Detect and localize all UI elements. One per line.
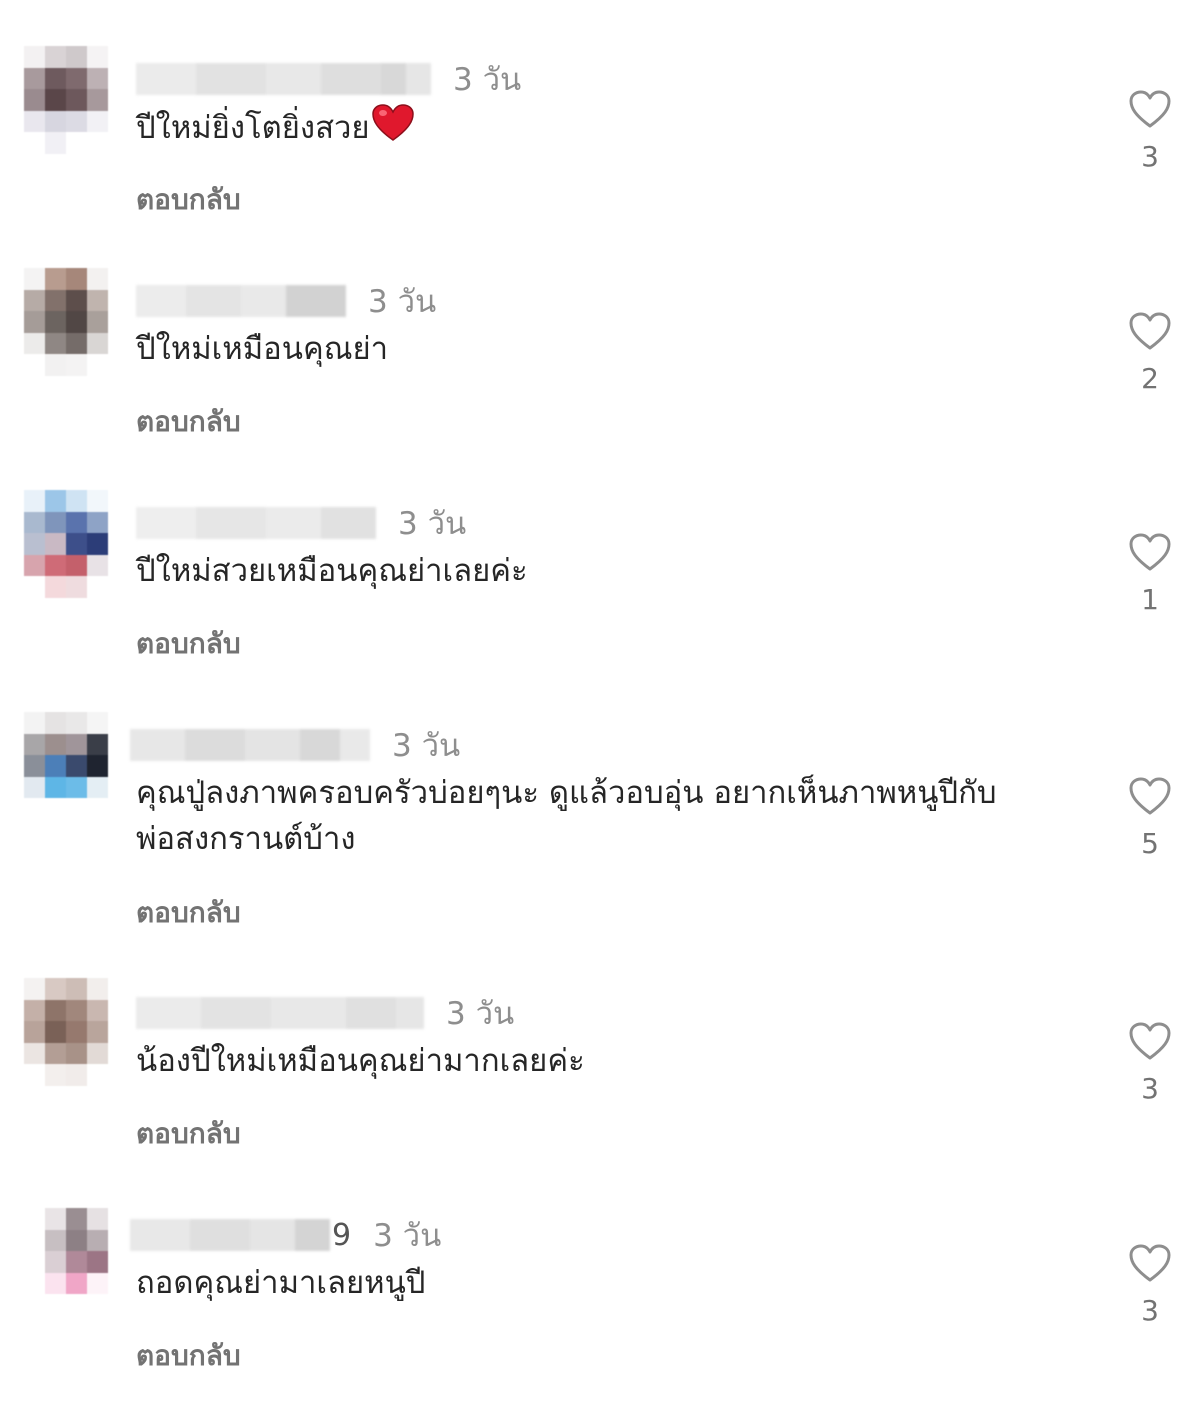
reply-button[interactable]: ตอบกลับ — [136, 1334, 241, 1378]
reply-button[interactable]: ตอบกลับ — [136, 178, 241, 222]
heart-outline-icon[interactable] — [1129, 90, 1171, 130]
comment-time: 3 วัน — [392, 728, 461, 764]
username-redacted[interactable] — [130, 729, 370, 761]
avatar[interactable] — [24, 46, 108, 154]
username-row: 3 วัน — [136, 281, 436, 321]
comment-text: ปีใหม่เหมือนคุณย่า — [136, 331, 389, 367]
comment-text: ถอดคุณย่ามาเลยหนูปี — [136, 1265, 426, 1301]
heart-outline-icon[interactable] — [1129, 312, 1171, 352]
avatar[interactable] — [24, 712, 108, 820]
heart-outline-icon[interactable] — [1129, 1022, 1171, 1062]
heart-outline-icon[interactable] — [1129, 1244, 1171, 1284]
avatar[interactable] — [45, 1208, 108, 1294]
comment-time: 3 วัน — [453, 62, 522, 98]
comment-time: 3 วัน — [398, 506, 467, 542]
avatar[interactable] — [24, 978, 108, 1086]
username-row: 3 วัน — [130, 725, 460, 765]
avatar[interactable] — [24, 268, 108, 376]
username-row: 3 วัน — [136, 59, 521, 99]
comment-time: 3 วัน — [368, 284, 437, 320]
like-control: 1 — [1128, 533, 1172, 616]
like-control: 3 — [1128, 1244, 1172, 1327]
username-redacted[interactable] — [130, 1219, 330, 1251]
username-redacted[interactable] — [136, 63, 431, 95]
username-redacted[interactable] — [136, 997, 424, 1029]
username-redacted[interactable] — [136, 285, 346, 317]
heart-outline-icon[interactable] — [1129, 533, 1171, 573]
username-visible-part[interactable]: 9 — [332, 1218, 351, 1253]
reply-button[interactable]: ตอบกลับ — [136, 622, 241, 666]
like-count: 2 — [1141, 362, 1159, 395]
heart-outline-icon[interactable] — [1129, 777, 1171, 817]
like-count: 1 — [1141, 583, 1159, 616]
reply-button[interactable]: ตอบกลับ — [136, 891, 241, 935]
comment-time: 3 วัน — [373, 1218, 442, 1254]
avatar[interactable] — [24, 490, 108, 598]
like-control: 3 — [1128, 90, 1172, 173]
username-row: 3 วัน — [136, 993, 514, 1033]
comment-text-content: ปีใหม่ยิ่งโตยิ่งสวย — [136, 110, 370, 146]
like-control: 5 — [1128, 777, 1172, 860]
comment-text: น้องปีใหม่เหมือนคุณย่ามากเลยค่ะ — [136, 1043, 585, 1079]
like-count: 3 — [1141, 1072, 1159, 1105]
comment-text: คุณปู่ลงภาพครอบครัวบ่อยๆนะ ดูแล้วอบอุ่น … — [136, 775, 997, 857]
like-count: 3 — [1141, 1294, 1159, 1327]
like-count: 5 — [1141, 827, 1159, 860]
comment-time: 3 วัน — [446, 996, 515, 1032]
like-control: 3 — [1128, 1022, 1172, 1105]
comment-text: ปีใหม่ยิ่งโตยิ่งสวย — [136, 104, 1111, 155]
like-count: 3 — [1141, 140, 1159, 173]
username-row: 3 วัน — [136, 503, 466, 543]
reply-button[interactable]: ตอบกลับ — [136, 400, 241, 444]
username-redacted[interactable] — [136, 507, 376, 539]
comment-text: ปีใหม่สวยเหมือนคุณย่าเลยค่ะ — [136, 553, 528, 589]
username-row: 9 3 วัน — [130, 1215, 441, 1255]
reply-button[interactable]: ตอบกลับ — [136, 1112, 241, 1156]
like-control: 2 — [1128, 312, 1172, 395]
red-heart-emoji-icon — [371, 104, 414, 155]
